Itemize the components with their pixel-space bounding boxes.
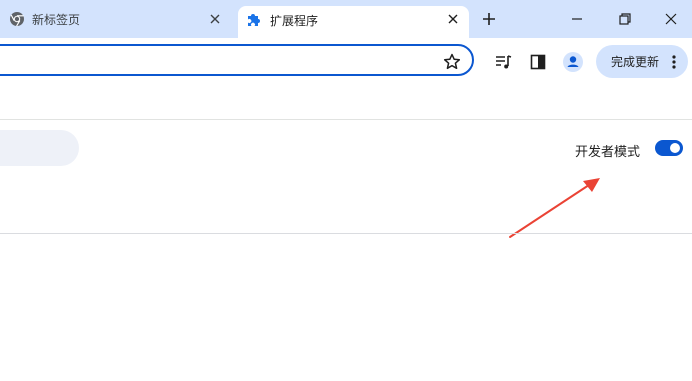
close-icon[interactable] [207,11,223,27]
tab-title: 扩展程序 [270,14,319,28]
tab-new-tab[interactable]: 新标签页 [0,0,232,38]
profile-icon[interactable] [562,51,584,73]
header-divider [0,119,692,120]
puzzle-icon [246,11,262,27]
search-extensions-field[interactable] [0,130,79,166]
window-close-icon[interactable] [659,7,683,31]
chrome-icon [9,11,25,27]
title-bar: 新标签页 扩展程序 [0,0,692,38]
tab-extensions[interactable]: 扩展程序 [238,6,469,38]
toolbar [0,38,692,86]
close-icon[interactable] [445,11,461,27]
reading-list-icon[interactable] [492,51,514,73]
developer-mode-toggle[interactable] [655,140,683,156]
content-divider [0,233,692,234]
side-panel-icon[interactable] [527,51,549,73]
finish-update-button[interactable]: 完成更新 [596,45,688,78]
finish-update-label: 完成更新 [611,55,660,69]
restore-icon[interactable] [613,7,637,31]
more-icon [668,53,680,71]
tab-title: 新标签页 [32,13,81,27]
developer-mode-label: 开发者模式 [575,145,641,160]
address-bar[interactable] [0,44,474,76]
star-icon[interactable] [442,52,462,72]
toggle-knob [670,143,680,153]
new-tab-icon[interactable] [479,9,499,29]
minimize-icon[interactable] [565,7,589,31]
